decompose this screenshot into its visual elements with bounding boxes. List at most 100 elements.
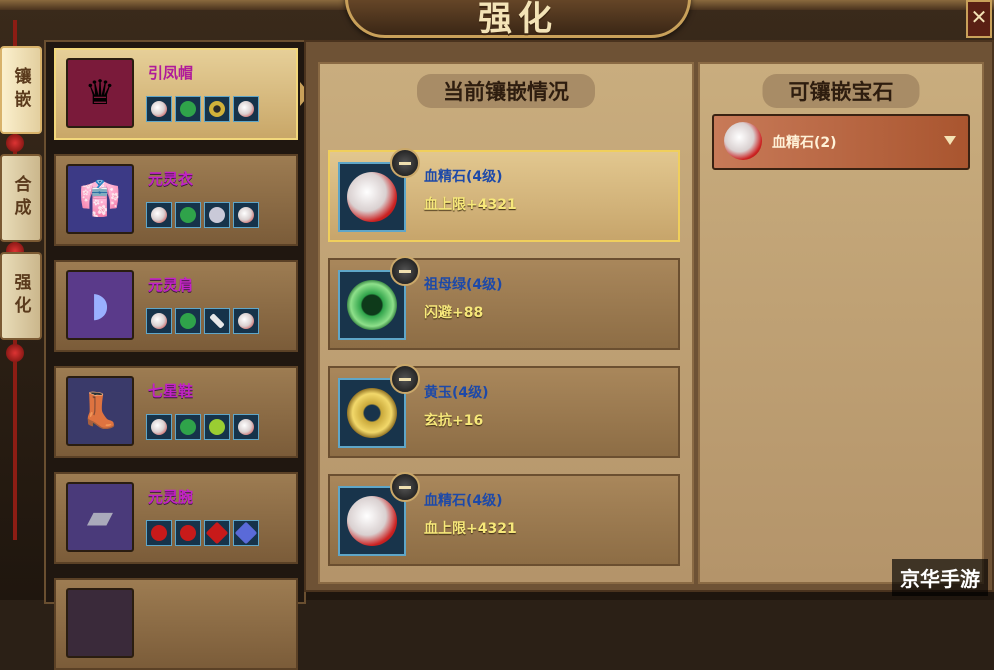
equip-name: 元灵肩 (148, 276, 194, 294)
robe-glyph: 👘 (78, 179, 122, 219)
remove-gem-button[interactable] (390, 256, 420, 286)
minus-icon (399, 485, 411, 489)
gem-select-dropdown[interactable]: 血精石(2) (712, 114, 970, 170)
equip-name: 元灵衣 (148, 170, 194, 188)
shoulder-glyph: ◗ (91, 285, 109, 325)
inlay-panel-title: 当前镶嵌情况 (417, 74, 595, 108)
equip-item-robe[interactable]: 👘 元灵衣 (54, 154, 298, 246)
blood-gem-icon (238, 101, 254, 117)
blood-gem-icon (238, 207, 254, 223)
gem-slot[interactable] (204, 96, 230, 122)
gem-name: 血精石(4级) (424, 493, 503, 509)
equip-name: 引凤帽 (148, 64, 194, 82)
inlay-slot[interactable]: 祖母绿(4级) 闪避+88 (328, 256, 680, 350)
gem-stat: 血上限+4321 (424, 197, 517, 213)
boots-icon: 👢 (66, 376, 134, 446)
gem-slot[interactable] (204, 414, 230, 440)
ruby-gem-icon (180, 525, 196, 541)
shoulder-icon: ◗ (66, 270, 134, 340)
boots-glyph: 👢 (78, 391, 122, 431)
gem-slot[interactable] (204, 202, 230, 228)
main-area: 当前镶嵌情况 血精石(4级) 血上限+4321 祖母绿(4级) 闪避+88 黄玉… (304, 40, 994, 592)
close-button[interactable]: ✕ (966, 0, 992, 38)
equip-item-bracer[interactable]: ▰ 元灵腕 (54, 472, 298, 564)
gem-slot[interactable] (175, 96, 201, 122)
gem-slot[interactable] (146, 96, 172, 122)
remove-gem-button[interactable] (390, 364, 420, 394)
feather-gem-icon (209, 313, 225, 329)
tab-inlay[interactable]: 镶嵌 (0, 46, 42, 134)
equip-item-shoulder[interactable]: ◗ 元灵肩 (54, 260, 298, 352)
gem-slot[interactable] (175, 414, 201, 440)
phoenix-crown-glyph: ♛ (84, 73, 116, 113)
dropdown-arrow-icon[interactable] (944, 136, 956, 145)
emerald-gem-icon (180, 419, 196, 435)
gem-slot[interactable] (233, 308, 259, 334)
inlay-slot[interactable]: 血精石(4级) 血上限+4321 (328, 472, 680, 566)
gem-slot[interactable] (146, 414, 172, 440)
equip-item-crown[interactable]: ♛ 引凤帽 (54, 48, 298, 140)
crystal-gem-icon (209, 207, 225, 223)
inlay-slot[interactable]: 黄玉(4级) 玄抗+16 (328, 364, 680, 458)
blood-gem-icon (724, 122, 762, 160)
gem-slot[interactable] (175, 308, 201, 334)
tab-strengthen[interactable]: 强化 (0, 252, 42, 340)
equip-name: 七星鞋 (148, 382, 194, 400)
gems-panel-title: 可镶嵌宝石 (762, 74, 920, 108)
blood-gem-icon (151, 419, 167, 435)
emerald-gem-icon (180, 313, 196, 329)
gem-slot[interactable] (233, 520, 259, 546)
gem-slot[interactable] (204, 520, 230, 546)
equip-item-partial[interactable] (54, 578, 298, 670)
equipment-list: ♛ 引凤帽 👘 元灵衣 ◗ 元灵肩 👢 七星鞋 ▰ 元灵腕 (44, 40, 306, 670)
gem-stat: 血上限+4321 (424, 521, 517, 537)
rope-knot (6, 134, 24, 152)
remove-gem-button[interactable] (390, 148, 420, 178)
gem-slot[interactable] (175, 202, 201, 228)
gem-slot[interactable] (146, 520, 172, 546)
watermark-logo: 京华手游 (892, 559, 988, 596)
item-icon (66, 588, 134, 658)
blood-gem-icon (238, 313, 254, 329)
gem-slot[interactable] (204, 308, 230, 334)
gem-slot[interactable] (146, 308, 172, 334)
peridot-gem-icon (209, 419, 225, 435)
emerald-gem-icon (180, 207, 196, 223)
inlay-slot[interactable]: 血精石(4级) 血上限+4321 (328, 148, 680, 242)
gem-slots (146, 308, 259, 334)
gem-slot[interactable] (233, 96, 259, 122)
emerald-ring-shape (347, 280, 397, 330)
gem-slots (146, 414, 259, 440)
bracer-glyph: ▰ (86, 497, 114, 537)
bracer-icon: ▰ (66, 482, 134, 552)
available-gems-panel: 可镶嵌宝石 血精石(2) (698, 62, 984, 584)
emerald-gem-icon (180, 101, 196, 117)
sapphire-gem-icon (234, 521, 258, 545)
robe-icon: 👘 (66, 164, 134, 234)
gem-slots (146, 520, 259, 546)
gem-slot[interactable] (175, 520, 201, 546)
minus-icon (399, 377, 411, 381)
gem-slot[interactable] (146, 202, 172, 228)
minus-icon (399, 161, 411, 165)
gem-slot[interactable] (233, 202, 259, 228)
blood-gem-shape (347, 172, 397, 222)
minus-icon (399, 269, 411, 273)
rope-knot (6, 344, 24, 362)
gem-name: 黄玉(4级) (424, 385, 489, 401)
gem-stat: 闪避+88 (424, 305, 484, 321)
blood-gem-icon (151, 207, 167, 223)
title-banner: 强化 (345, 0, 691, 39)
game-window: 强化 ✕ 镶嵌 合成 强化 ♛ 引凤帽 👘 元灵衣 ◗ 元灵肩 👢 七星鞋 ▰ … (0, 0, 994, 670)
gem-name: 血精石(4级) (424, 169, 503, 185)
tab-synthesize[interactable]: 合成 (0, 154, 42, 242)
remove-gem-button[interactable] (390, 472, 420, 502)
gem-slots (146, 96, 259, 122)
gem-slot[interactable] (233, 414, 259, 440)
topaz-ring-shape (347, 388, 397, 438)
equip-item-boots[interactable]: 👢 七星鞋 (54, 366, 298, 458)
blood-gem-icon (151, 313, 167, 329)
window-title: 强化 (478, 0, 558, 39)
gem-name: 祖母绿(4级) (424, 277, 503, 293)
ruby-gem-icon (205, 521, 229, 545)
